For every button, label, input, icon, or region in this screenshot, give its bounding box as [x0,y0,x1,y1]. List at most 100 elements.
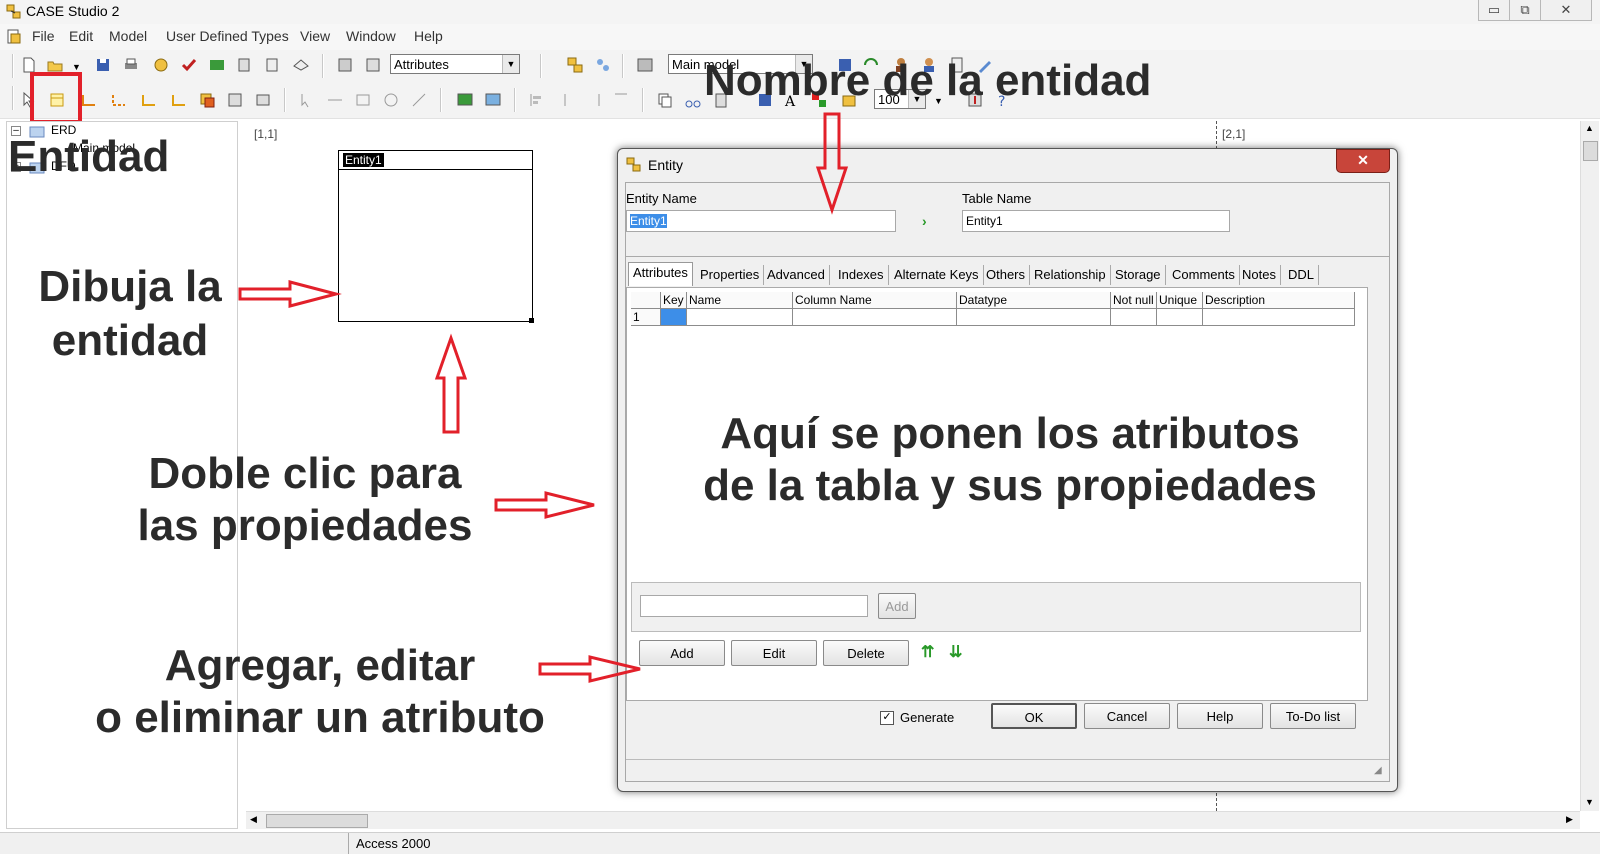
entity-name-input[interactable]: Entity1 [626,210,896,232]
print-icon[interactable] [122,56,140,74]
ellipse-icon[interactable] [382,91,400,109]
resize-handle[interactable] [529,318,534,323]
resize-grip-icon[interactable]: ◢ [1374,765,1382,776]
delete-attribute-button[interactable]: Delete [823,640,909,666]
cut-icon[interactable] [684,91,702,109]
arrow-icon[interactable] [410,91,428,109]
grid-cell-column-name[interactable] [793,309,957,326]
add-attribute-button[interactable]: Add [639,640,725,666]
scroll-down-icon[interactable]: ▼ [1585,797,1594,807]
grid-cell-description[interactable] [1203,309,1355,326]
menu-edit[interactable]: Edit [69,28,93,44]
relation-non-identifying-icon[interactable] [110,91,128,109]
model-icon[interactable] [636,56,654,74]
close-button[interactable]: ✕ [1540,0,1592,21]
todo-list-button[interactable]: To-Do list [1270,703,1356,729]
grid-header-column-name[interactable]: Column Name [793,292,957,309]
tab-notes[interactable]: Notes [1238,265,1281,285]
grid-header-name[interactable]: Name [687,292,793,309]
dictionary-icon[interactable] [292,56,310,74]
grid-cell-name[interactable] [687,309,793,326]
menu-view[interactable]: View [300,28,330,44]
entity-shape[interactable]: Entity1 [338,150,534,323]
dropdown-arrow-icon[interactable]: ▼ [72,62,81,72]
line-icon[interactable] [326,91,344,109]
rectangle-icon[interactable] [354,91,372,109]
vertical-scroll-thumb[interactable] [1583,141,1598,161]
report-icon[interactable] [264,56,282,74]
generate-checkbox[interactable]: ✓ [880,711,894,725]
save-icon[interactable] [94,56,112,74]
menu-file[interactable]: File [32,28,55,44]
grid-header-description[interactable]: Description [1203,292,1355,309]
tab-ddl[interactable]: DDL [1284,265,1320,285]
entity-link-icon[interactable] [566,56,584,74]
relation-identifying-icon[interactable] [80,91,98,109]
align-top-icon[interactable] [612,91,630,109]
grid-cell-key[interactable] [661,309,687,326]
tab-comments[interactable]: Comments [1168,265,1240,285]
generate-sql-icon[interactable] [208,56,226,74]
attributes-grid[interactable]: Key Name Column Name Datatype Not null U… [631,292,1355,330]
menu-user-defined-types[interactable]: User Defined Types [166,28,289,44]
grid-header-unique[interactable]: Unique [1157,292,1203,309]
tab-alternate-keys[interactable]: Alternate Keys [890,265,984,285]
model-settings-icon[interactable] [152,56,170,74]
relationship-icon[interactable] [594,56,612,74]
grid-cell-not-null[interactable] [1111,309,1157,326]
screen-icon[interactable] [456,91,474,109]
dialog-close-button[interactable]: ✕ [1336,149,1390,173]
reverse-engineer-icon[interactable] [236,56,254,74]
select-icon[interactable] [298,91,316,109]
quick-add-button[interactable]: Add [878,593,916,619]
tab-relationship[interactable]: Relationship [1030,265,1111,285]
grid-cell-datatype[interactable] [957,309,1111,326]
horizontal-scrollbar[interactable]: ◀ ▶ [246,811,1580,829]
menu-window[interactable]: Window [346,28,396,44]
check-model-icon[interactable] [180,56,198,74]
relation-self-icon[interactable] [170,91,188,109]
table-name-input[interactable]: Entity1 [962,210,1230,232]
tab-storage[interactable]: Storage [1111,265,1166,285]
grid-header-key[interactable]: Key [661,292,687,309]
align-center-icon[interactable] [556,91,574,109]
tab-attributes[interactable]: Attributes [628,262,693,286]
align-left-icon[interactable] [528,91,546,109]
ok-button[interactable]: OK [991,703,1077,729]
image-icon[interactable] [484,91,502,109]
minimize-button[interactable]: ▭ [1478,0,1510,21]
view-mode-combo[interactable]: Attributes ▼ [390,54,520,74]
attributes-icon[interactable] [364,56,382,74]
scroll-left-icon[interactable]: ◀ [250,814,257,825]
cancel-button[interactable]: Cancel [1084,703,1170,729]
copy-name-arrow-icon[interactable]: › [922,213,927,229]
diagram-icon[interactable] [336,56,354,74]
grid-cell-unique[interactable] [1157,309,1203,326]
scroll-right-icon[interactable]: ▶ [1566,814,1573,825]
view-icon[interactable] [198,91,216,109]
document-icon[interactable] [6,29,22,45]
tab-advanced[interactable]: Advanced [763,265,830,285]
move-up-icon[interactable]: ⇈ [921,642,934,662]
menu-model[interactable]: Model [109,28,147,44]
copy-icon[interactable] [656,91,674,109]
grid-header-not-null[interactable]: Not null [1111,292,1157,309]
tab-indexes[interactable]: Indexes [834,265,889,285]
tab-properties[interactable]: Properties [696,265,765,285]
move-down-icon[interactable]: ⇊ [949,642,962,662]
view-mode-value: Attributes [394,57,449,72]
relation-informative-icon[interactable] [140,91,158,109]
edit-attribute-button[interactable]: Edit [731,640,817,666]
quick-add-input[interactable] [640,595,868,617]
procedure-icon[interactable] [226,91,244,109]
help-button[interactable]: Help [1177,703,1263,729]
align-right-icon[interactable] [584,91,602,109]
vertical-scrollbar[interactable]: ▲ ▼ [1580,121,1599,811]
scroll-up-icon[interactable]: ▲ [1585,123,1594,133]
horizontal-scroll-thumb[interactable] [266,814,368,828]
tab-others[interactable]: Others [982,265,1031,285]
menu-help[interactable]: Help [414,28,443,44]
table-icon[interactable] [254,91,272,109]
grid-header-datatype[interactable]: Datatype [957,292,1111,309]
maximize-button[interactable]: ⧉ [1509,0,1541,21]
